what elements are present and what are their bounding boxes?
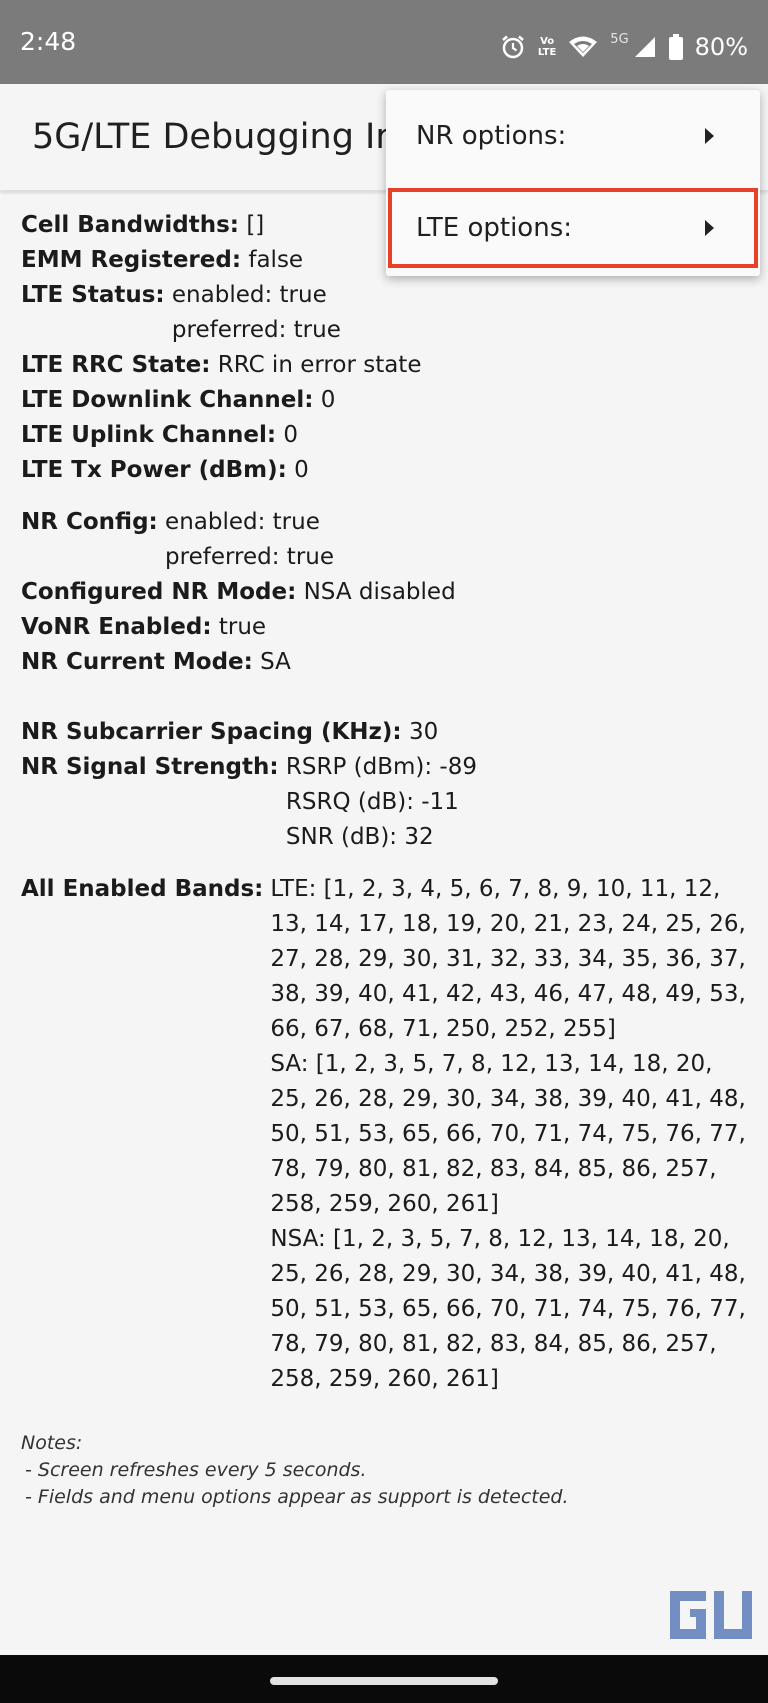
emm-registered-value: false [248,247,304,273]
nr-signal-strength-label: NR Signal Strength: [21,754,279,780]
menu-item-label: LTE options: [416,213,572,243]
lte-uplink-channel-row: LTE Uplink Channel: 0 [21,418,751,453]
nr-signal-strength-row: NR Signal Strength: RSRP (dBm): -89 RSRQ… [21,750,751,855]
volte-bottom-text: LTE [537,47,557,58]
page-title: 5G/LTE Debugging Info [32,117,432,157]
cell-bandwidths-value: [] [246,212,265,238]
lte-downlink-channel-row: LTE Downlink Channel: 0 [21,383,751,418]
lte-downlink-channel-label: LTE Downlink Channel: [21,387,314,413]
lte-tx-power-label: LTE Tx Power (dBm): [21,457,287,483]
emm-registered-label: EMM Registered: [21,247,242,273]
chevron-right-icon [705,128,714,144]
lte-downlink-channel-value: 0 [320,387,336,413]
all-enabled-bands-label: All Enabled Bands: [21,876,264,902]
alarm-icon [500,34,526,60]
nr-config-row: NR Config: enabled: true preferred: true [21,505,751,575]
lte-status-enabled: enabled: true [171,282,327,308]
menu-item-label: NR options: [416,121,567,151]
overflow-menu: NR options: LTE options: [386,90,760,276]
vonr-enabled-label: VoNR Enabled: [21,614,212,640]
nr-snr: SNR (dB): 32 [285,824,434,850]
nsa-bands: NSA: [1, 2, 3, 5, 7, 8, 12, 13, 14, 18, … [270,1226,746,1392]
debug-info: Cell Bandwidths: [] EMM Registered: fals… [21,208,751,1397]
nr-rsrp: RSRP (dBm): -89 [285,754,477,780]
lte-rrc-state-label: LTE RRC State: [21,352,211,378]
notes: Notes: - Screen refreshes every 5 second… [21,1430,751,1511]
nr-config-enabled: enabled: true [165,509,320,535]
menu-item-lte-options[interactable]: LTE options: [386,182,760,274]
nr-rsrq: RSRQ (dB): -11 [285,789,459,815]
configured-nr-mode-row: Configured NR Mode: NSA disabled [21,575,751,610]
battery-percent: 80% [694,33,748,61]
vonr-enabled-row: VoNR Enabled: true [21,610,751,645]
wifi-icon [568,35,598,59]
note-line: - Screen refreshes every 5 seconds. [25,1459,367,1481]
battery-icon [668,34,683,60]
status-bar: 2:48 Vo LTE 5G 80% [0,0,768,84]
all-enabled-bands-row: All Enabled Bands: LTE: [1, 2, 3, 4, 5, … [21,872,751,1397]
chevron-right-icon [705,220,714,236]
nr-current-mode-label: NR Current Mode: [21,649,253,675]
status-time: 2:48 [20,27,77,56]
lte-bands: LTE: [1, 2, 3, 4, 5, 6, 7, 8, 9, 10, 11,… [270,876,746,1042]
volte-icon: Vo LTE [538,36,556,58]
nr-subcarrier-spacing-row: NR Subcarrier Spacing (KHz): 30 [21,715,751,750]
lte-status-label: LTE Status: [21,282,165,308]
sa-bands: SA: [1, 2, 3, 5, 7, 8, 12, 13, 14, 18, 2… [270,1051,746,1217]
lte-status-preferred: preferred: true [171,317,341,343]
nr-current-mode-row: NR Current Mode: SA [21,645,751,680]
lte-tx-power-row: LTE Tx Power (dBm): 0 [21,453,751,488]
nr-config-values: enabled: true preferred: true [165,505,334,575]
watermark-logo [666,1587,756,1643]
nr-config-label: NR Config: [21,509,158,535]
nr-signal-strength-values: RSRP (dBm): -89 RSRQ (dB): -11 SNR (dB):… [286,750,477,855]
nr-subcarrier-spacing-label: NR Subcarrier Spacing (KHz): [21,719,402,745]
signal-icon [633,35,657,59]
home-gesture-handle[interactable] [270,1677,498,1685]
status-icons: Vo LTE 5G 80% [500,30,748,64]
note-line: - Fields and menu options appear as supp… [25,1486,569,1508]
lte-status-values: enabled: true preferred: true [172,278,341,348]
network-type: 5G [610,32,629,47]
configured-nr-mode-label: Configured NR Mode: [21,579,297,605]
lte-tx-power-value: 0 [294,457,309,483]
notes-title: Notes: [21,1432,83,1454]
lte-status-row: LTE Status: enabled: true preferred: tru… [21,278,751,348]
nr-config-preferred: preferred: true [165,544,335,570]
menu-item-nr-options[interactable]: NR options: [386,90,760,182]
vonr-enabled-value: true [218,614,267,640]
nr-current-mode-value: SA [260,649,291,675]
volte-top-text: Vo [540,36,555,47]
cell-bandwidths-label: Cell Bandwidths: [21,212,239,238]
lte-rrc-state-value: RRC in error state [217,352,422,378]
lte-uplink-channel-label: LTE Uplink Channel: [21,422,277,448]
all-enabled-bands-values: LTE: [1, 2, 3, 4, 5, 6, 7, 8, 9, 10, 11,… [270,872,750,1397]
lte-uplink-channel-value: 0 [283,422,298,448]
nr-subcarrier-spacing-value: 30 [408,719,439,745]
configured-nr-mode-value: NSA disabled [303,579,456,605]
lte-rrc-state-row: LTE RRC State: RRC in error state [21,348,751,383]
